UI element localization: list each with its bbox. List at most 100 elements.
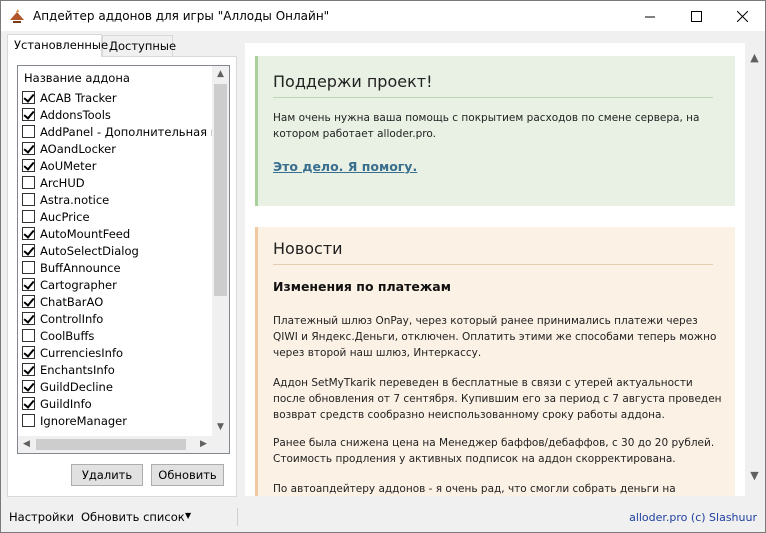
addon-list-header[interactable]: Название аддона	[24, 71, 130, 85]
news-paragraph: Аддон SetMyTkarik переведен в бесплатные…	[273, 377, 722, 421]
installed-panel: Название аддона ACAB Tracker AddonsTools A…	[7, 56, 237, 497]
addon-list-item[interactable]: ACAB Tracker	[22, 89, 212, 106]
news-paragraph: Ранее была снижена цена на Менеджер бафф…	[273, 437, 715, 465]
addon-name: AddPanel - Дополнительная пан...	[40, 124, 212, 139]
update-button[interactable]: Обновить	[151, 464, 224, 486]
credit-link[interactable]: allоder.pro (c) Slashuur	[629, 511, 757, 524]
addon-list-item[interactable]: AddonsTools	[22, 106, 212, 123]
checkbox-checked-icon[interactable]	[22, 142, 35, 155]
checkbox-checked-icon[interactable]	[22, 380, 35, 393]
minimize-icon	[644, 16, 655, 17]
delete-button[interactable]: Удалить	[71, 464, 143, 486]
addon-name: AucPrice	[40, 209, 90, 224]
checkbox-checked-icon[interactable]	[22, 278, 35, 291]
news-title: Новости	[273, 239, 343, 258]
addon-list-item[interactable]: EnchantsInfo	[22, 361, 212, 378]
addon-list-item[interactable]: AutoSelectDialog	[22, 242, 212, 259]
checkbox-unchecked-icon[interactable]	[22, 329, 35, 342]
close-button[interactable]	[719, 1, 765, 31]
app-window: Апдейтер аддонов для игры "Аллоды Онлайн…	[0, 0, 766, 533]
info-content: Поддержи проект! Нам очень нужна ваша по…	[245, 43, 745, 496]
checkbox-unchecked-icon[interactable]	[22, 176, 35, 189]
addon-list-item[interactable]: AoUMeter	[22, 157, 212, 174]
checkbox-checked-icon[interactable]	[22, 312, 35, 325]
addon-name: AddonsTools	[40, 107, 111, 122]
checkbox-checked-icon[interactable]	[22, 108, 35, 121]
support-box: Поддержи проект! Нам очень нужна ваша по…	[255, 56, 735, 206]
news-paragraph: По автоапдейтеру аддонов - я очень рад, …	[273, 483, 676, 495]
checkbox-checked-icon[interactable]	[22, 227, 35, 240]
addon-list-item[interactable]: Astra.notice	[22, 191, 212, 208]
checkbox-checked-icon[interactable]	[22, 397, 35, 410]
addon-list-item[interactable]: AddPanel - Дополнительная пан...	[22, 123, 212, 140]
scroll-up-icon[interactable]: ▲	[212, 66, 229, 83]
addon-name: Astra.notice	[40, 192, 110, 207]
addon-list-item[interactable]: ArcHUD	[22, 174, 212, 191]
refresh-list-menu[interactable]: Обновить список	[81, 510, 185, 524]
addon-list-item[interactable]: GuildInfo	[22, 395, 212, 412]
addon-name: CoolBuffs	[40, 328, 95, 343]
addon-list-item[interactable]: ControlInfo	[22, 310, 212, 327]
checkbox-checked-icon[interactable]	[22, 295, 35, 308]
window-title: Апдейтер аддонов для игры "Аллоды Онлайн…	[33, 9, 330, 23]
addon-name: AutoMountFeed	[40, 226, 131, 241]
scroll-right-icon[interactable]: ▶	[195, 436, 212, 453]
addon-name: ACAB Tracker	[40, 90, 117, 105]
app-icon	[10, 9, 24, 23]
support-text: Нам очень нужна ваша помощь с покрытием …	[273, 112, 700, 140]
addon-list-item[interactable]: AucPrice	[22, 208, 212, 225]
support-divider	[273, 97, 713, 98]
addon-list-item[interactable]: ChatBarAO	[22, 293, 212, 310]
addon-name: AOandLocker	[40, 141, 116, 156]
maximize-button[interactable]	[673, 1, 719, 31]
tab-installed[interactable]: Установленные	[7, 34, 108, 57]
checkbox-unchecked-icon[interactable]	[22, 193, 35, 206]
addon-name: CurrenciesInfo	[40, 345, 124, 360]
hscroll-thumb[interactable]	[36, 439, 186, 450]
checkbox-checked-icon[interactable]	[22, 91, 35, 104]
checkbox-checked-icon[interactable]	[22, 159, 35, 172]
dropdown-arrow-icon[interactable]: ▼	[185, 511, 191, 520]
scroll-corner	[212, 436, 229, 453]
checkbox-unchecked-icon[interactable]	[22, 261, 35, 274]
scroll-down-icon[interactable]: ▼	[212, 419, 229, 436]
addon-list-item[interactable]: AOandLocker	[22, 140, 212, 157]
addon-name: AutoSelectDialog	[40, 243, 139, 258]
support-link[interactable]: Это дело. Я помогу.	[273, 159, 417, 174]
status-separator	[237, 508, 238, 526]
addon-name: ChatBarAO	[40, 294, 104, 309]
addon-list-vscroll[interactable]: ▲ ▼	[212, 66, 229, 436]
addon-list-item[interactable]: GuildDecline	[22, 378, 212, 395]
news-divider	[273, 264, 713, 265]
news-box: Новости Изменения по платежам Платежный …	[255, 227, 735, 496]
addon-list-item[interactable]: Cartographer	[22, 276, 212, 293]
addon-list-item[interactable]: IgnoreManager	[22, 412, 212, 429]
checkbox-checked-icon[interactable]	[22, 244, 35, 257]
news-heading: Изменения по платежам	[273, 279, 451, 294]
checkbox-checked-icon[interactable]	[22, 346, 35, 359]
addon-name: EnchantsInfo	[40, 362, 115, 377]
addon-list-item[interactable]: AutoMountFeed	[22, 225, 212, 242]
scroll-up-icon[interactable]: ▲	[746, 49, 763, 66]
addon-list-item[interactable]: CoolBuffs	[22, 327, 212, 344]
addon-name: IgnoreManager	[40, 413, 127, 428]
addon-name: ArcHUD	[40, 175, 85, 190]
addon-list-items: ACAB Tracker AddonsTools AddPanel - Дополн…	[22, 89, 212, 429]
tab-available[interactable]: Доступные	[102, 35, 176, 57]
addon-name: AoUMeter	[40, 158, 97, 173]
settings-menu[interactable]: Настройки	[9, 510, 74, 524]
content-vscroll[interactable]: ▲ ▼	[746, 43, 763, 496]
checkbox-checked-icon[interactable]	[22, 363, 35, 376]
minimize-button[interactable]	[627, 1, 673, 31]
scroll-thumb[interactable]	[214, 84, 227, 296]
checkbox-unchecked-icon[interactable]	[22, 125, 35, 138]
maximize-icon	[690, 10, 702, 22]
addon-list-hscroll[interactable]: ◀ ▶	[18, 436, 212, 453]
addon-list-item[interactable]: CurrenciesInfo	[22, 344, 212, 361]
scroll-left-icon[interactable]: ◀	[18, 436, 35, 453]
checkbox-unchecked-icon[interactable]	[22, 210, 35, 223]
addon-list-item[interactable]: BuffAnnounce	[22, 259, 212, 276]
checkbox-unchecked-icon[interactable]	[22, 414, 35, 427]
scroll-down-icon[interactable]: ▼	[746, 467, 763, 484]
addon-name: ControlInfo	[40, 311, 104, 326]
